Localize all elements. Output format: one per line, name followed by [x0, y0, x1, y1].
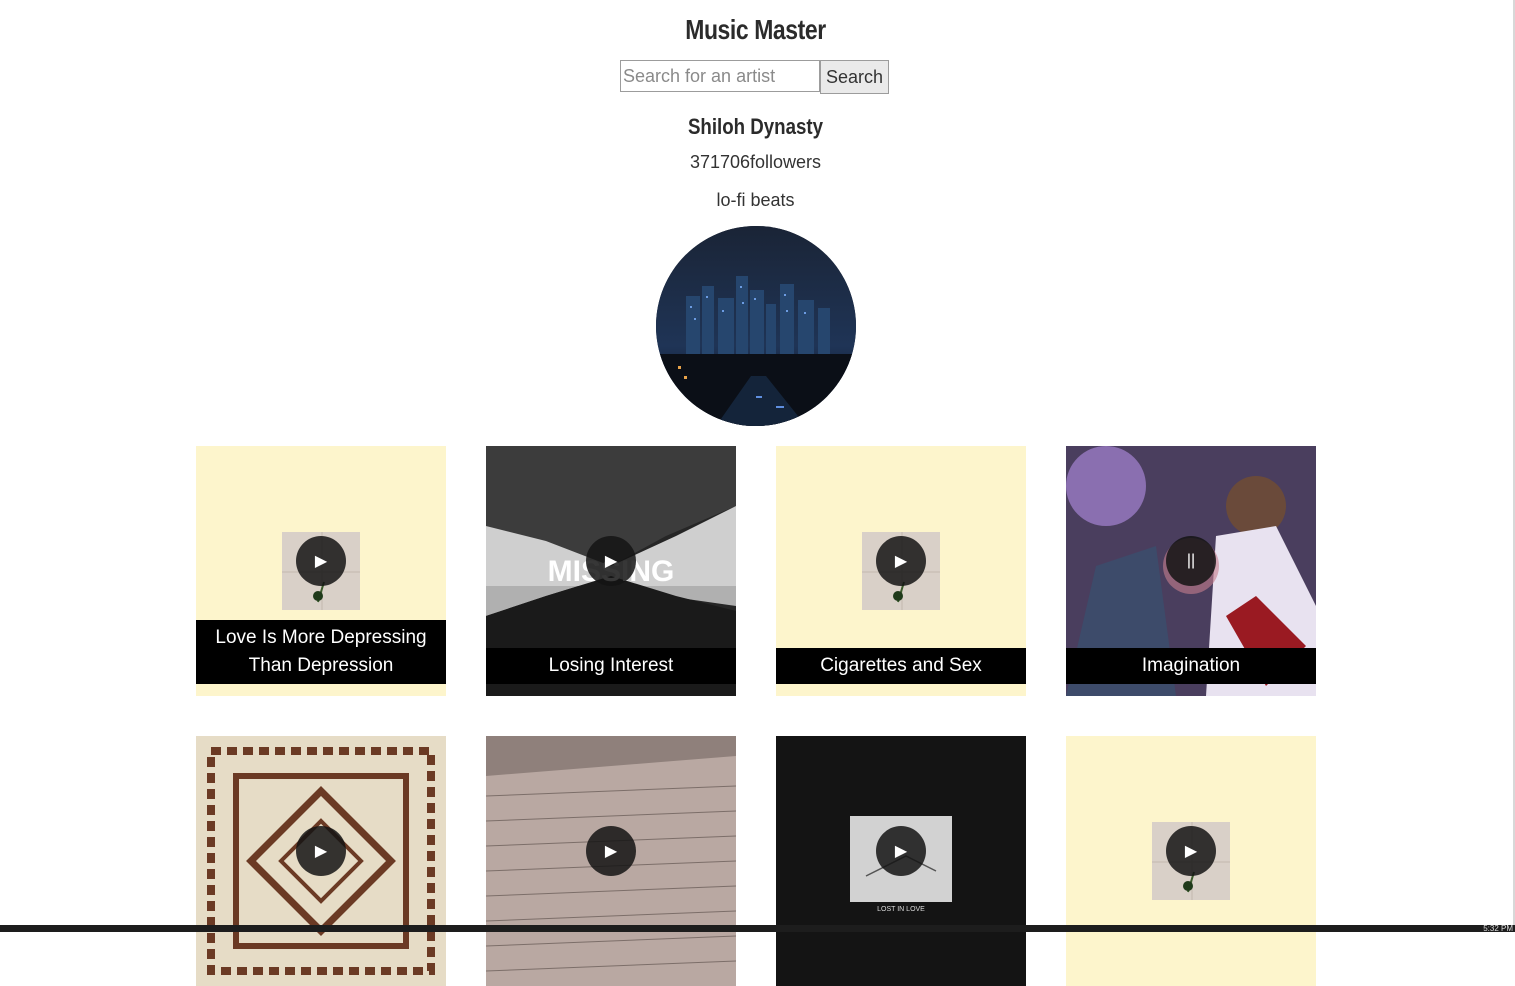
artist-profile-image: [656, 226, 856, 426]
search-button[interactable]: Search: [820, 60, 889, 94]
app-title: Music Master: [685, 14, 826, 45]
play-icon[interactable]: ▶: [586, 826, 636, 876]
pause-icon[interactable]: ||: [1166, 536, 1216, 586]
artist-genre: lo-fi beats: [716, 190, 795, 210]
play-icon[interactable]: ▶: [296, 536, 346, 586]
track-title: Losing Interest: [486, 648, 736, 684]
track-card[interactable]: LOST IN LOVE ▶: [776, 736, 1026, 986]
track-card[interactable]: MISSING ▶ Losing Interest: [486, 446, 736, 696]
track-card[interactable]: || Imagination: [1066, 446, 1316, 696]
track-card[interactable]: ▶ Love Is More Depressing Than Depressio…: [196, 446, 446, 696]
os-taskbar: 5:32 PM: [0, 924, 1515, 933]
cover-text: LOST IN LOVE: [877, 906, 925, 913]
play-icon[interactable]: ▶: [1166, 826, 1216, 876]
play-icon[interactable]: ▶: [876, 826, 926, 876]
track-card[interactable]: ▶: [196, 736, 446, 986]
search-bar: Search: [620, 60, 889, 94]
city-skyline-night-icon: [656, 226, 856, 426]
play-icon[interactable]: ▶: [586, 536, 636, 586]
track-card[interactable]: ▶ Cigarettes and Sex: [776, 446, 1026, 696]
track-card[interactable]: ▶: [486, 736, 736, 986]
play-icon[interactable]: ▶: [296, 826, 346, 876]
track-title: Love Is More Depressing Than Depression: [196, 620, 446, 684]
play-icon[interactable]: ▶: [876, 536, 926, 586]
track-title: Cigarettes and Sex: [776, 648, 1026, 684]
track-title: Imagination: [1066, 648, 1316, 684]
track-card[interactable]: ▶: [1066, 736, 1316, 986]
artist-name: Shiloh Dynasty: [687, 114, 824, 139]
search-input[interactable]: [620, 60, 820, 92]
artist-followers: 371706followers: [689, 152, 822, 172]
